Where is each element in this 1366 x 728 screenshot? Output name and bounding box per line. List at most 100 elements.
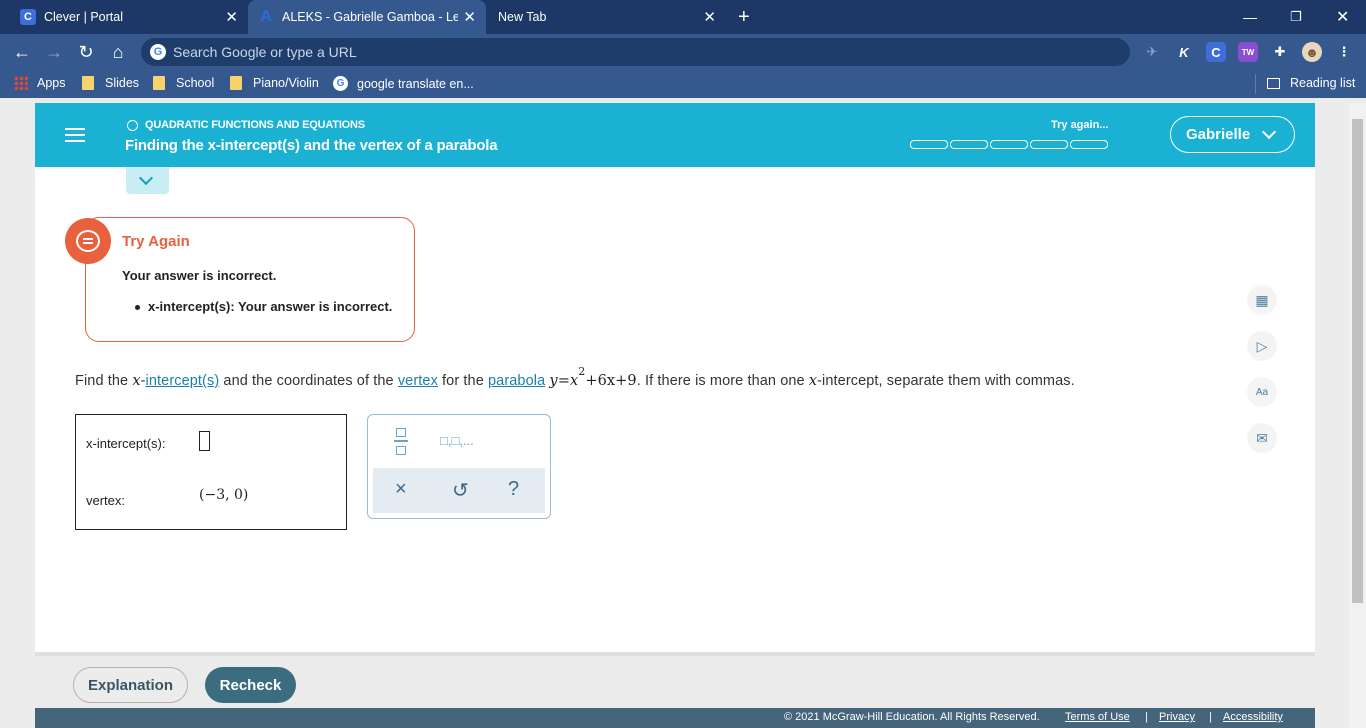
reading-list-icon: [1267, 77, 1280, 89]
address-bar[interactable]: G Search Google or type a URL: [141, 38, 1130, 66]
restore-icon[interactable]: ❐: [1290, 0, 1302, 34]
aleks-favicon-icon: A: [260, 8, 272, 25]
bookmark-label: Piano/Violin: [253, 76, 319, 90]
progress-segment: [990, 140, 1028, 149]
action-footer: Explanation Recheck: [35, 652, 1315, 708]
reload-icon[interactable]: ↻: [74, 40, 98, 64]
close-tab-icon[interactable]: ✕: [225, 8, 238, 26]
page-scrollbar[interactable]: [1349, 103, 1366, 728]
intercepts-link[interactable]: intercept(s): [146, 373, 220, 389]
rocket-extension-icon[interactable]: ✈: [1142, 42, 1162, 62]
forward-icon[interactable]: →: [42, 40, 66, 64]
bookmark-label: School: [176, 76, 215, 90]
window-close-icon[interactable]: ✕: [1336, 0, 1349, 34]
apps-grid-icon: [14, 76, 28, 90]
progress-status: Try again...: [1051, 119, 1109, 131]
math-variable: x: [132, 372, 141, 389]
question-text: . If there is more than one: [636, 372, 809, 389]
privacy-link[interactable]: Privacy: [1159, 711, 1195, 723]
terms-link[interactable]: Terms of Use: [1065, 711, 1130, 723]
tab-clever[interactable]: C Clever | Portal ✕: [20, 0, 248, 34]
reading-list-label: Reading list: [1290, 76, 1356, 90]
home-icon[interactable]: ⌂: [106, 40, 130, 64]
google-icon: G: [150, 44, 166, 60]
palette-toolbar: × ↺ ?: [373, 468, 545, 513]
user-name: Gabrielle: [1186, 126, 1251, 143]
parabola-link[interactable]: parabola: [488, 373, 545, 389]
minimize-icon[interactable]: —: [1243, 0, 1257, 34]
lesson-title: Finding the x-intercept(s) and the verte…: [125, 137, 498, 154]
help-icon[interactable]: ?: [508, 478, 519, 501]
tw-extension-icon[interactable]: TW: [1238, 42, 1258, 62]
tab-aleks[interactable]: A ALEKS - Gabrielle Gamboa - Lear ✕: [248, 0, 486, 34]
answer-box: x-intercept(s): vertex: (−3, 0): [75, 414, 347, 530]
copyright-text: © 2021 McGraw-Hill Education. All Rights…: [784, 711, 1040, 723]
address-placeholder: Search Google or type a URL: [173, 44, 357, 60]
new-tab-icon[interactable]: +: [738, 0, 750, 34]
bookmark-school[interactable]: School: [153, 76, 214, 90]
back-icon[interactable]: ←: [10, 40, 34, 64]
tab-label: Clever | Portal: [44, 10, 123, 24]
video-icon[interactable]: ▷: [1247, 331, 1277, 361]
xintercept-input[interactable]: [199, 431, 210, 451]
browser-tabstrip: C Clever | Portal ✕ A ALEKS - Gabrielle …: [0, 0, 1366, 34]
chevron-down-icon: [138, 170, 154, 186]
bookmark-label: google translate en...: [357, 76, 474, 91]
bookmark-slides[interactable]: Slides: [82, 76, 139, 90]
bookmark-apps[interactable]: Apps: [14, 76, 66, 90]
footer-separator: |: [1209, 711, 1212, 723]
question-prompt: Find the x-intercept(s) and the coordina…: [75, 365, 1075, 389]
xintercept-label: x-intercept(s):: [86, 436, 166, 451]
recheck-button[interactable]: Recheck: [205, 667, 296, 703]
topic-label: QUADRATIC FUNCTIONS AND EQUATIONS: [145, 119, 365, 131]
bookmarks-divider: [1255, 74, 1256, 94]
close-tab-icon[interactable]: ✕: [463, 8, 476, 26]
sequence-button[interactable]: □,□,...: [440, 433, 474, 448]
feedback-chat-icon: [65, 218, 111, 264]
accessibility-link[interactable]: Accessibility: [1223, 711, 1283, 723]
dictionary-icon[interactable]: Aa: [1247, 377, 1277, 407]
question-text: and the coordinates of the: [219, 372, 398, 389]
close-tab-icon[interactable]: ✕: [703, 8, 716, 26]
topic-title: QUADRATIC FUNCTIONS AND EQUATIONS: [127, 119, 365, 131]
feedback-title: Try Again: [122, 233, 190, 250]
folder-icon: [82, 76, 94, 90]
progress-segment: [1070, 140, 1108, 149]
scrollbar-thumb[interactable]: [1352, 119, 1363, 603]
puzzle-extensions-icon[interactable]: ✚: [1270, 42, 1290, 62]
progress-segment: [1030, 140, 1068, 149]
bookmark-piano-violin[interactable]: Piano/Violin: [230, 76, 319, 90]
profile-avatar-icon[interactable]: ☻: [1302, 42, 1322, 62]
tab-new[interactable]: New Tab ✕: [498, 0, 726, 34]
menu-dots-icon[interactable]: ⋮: [1334, 42, 1354, 62]
k-extension-icon[interactable]: K: [1174, 42, 1194, 62]
hamburger-menu-icon[interactable]: [65, 128, 85, 142]
calculator-icon[interactable]: ▦: [1247, 285, 1277, 315]
folder-icon: [230, 76, 242, 90]
feedback-panel: Try Again Your answer is incorrect. x-in…: [85, 217, 415, 342]
fraction-icon[interactable]: [394, 428, 408, 456]
c-extension-icon[interactable]: C: [1206, 42, 1226, 62]
progress-segment: [950, 140, 988, 149]
question-text: for the: [437, 372, 488, 389]
clear-icon[interactable]: ×: [395, 478, 407, 501]
message-icon[interactable]: ✉: [1247, 423, 1277, 453]
user-menu-button[interactable]: Gabrielle: [1170, 116, 1295, 153]
footer-separator: |: [1145, 711, 1148, 723]
explanation-button[interactable]: Explanation: [73, 667, 188, 703]
chevron-down-icon: [1261, 124, 1277, 140]
bookmarks-bar: Apps Slides School Piano/Violin G google…: [0, 70, 1366, 98]
undo-icon[interactable]: ↺: [452, 478, 469, 503]
vertex-input[interactable]: (−3, 0): [199, 487, 248, 503]
vertex-link[interactable]: vertex: [398, 373, 438, 389]
vertex-label: vertex:: [86, 493, 126, 508]
tab-label: New Tab: [498, 10, 547, 24]
bookmark-google-translate[interactable]: G google translate en...: [333, 76, 474, 91]
topic-circle-icon: [127, 119, 138, 131]
math-palette: □,□,... × ↺ ?: [367, 414, 551, 519]
bookmark-label: Apps: [37, 76, 66, 90]
reading-list-button[interactable]: Reading list: [1267, 76, 1355, 90]
aleks-page: QUADRATIC FUNCTIONS AND EQUATIONS Findin…: [35, 103, 1315, 728]
collapse-toggle-button[interactable]: [126, 167, 169, 194]
browser-toolbar: ← → ↻ ⌂ G Search Google or type a URL ✈ …: [0, 34, 1366, 70]
